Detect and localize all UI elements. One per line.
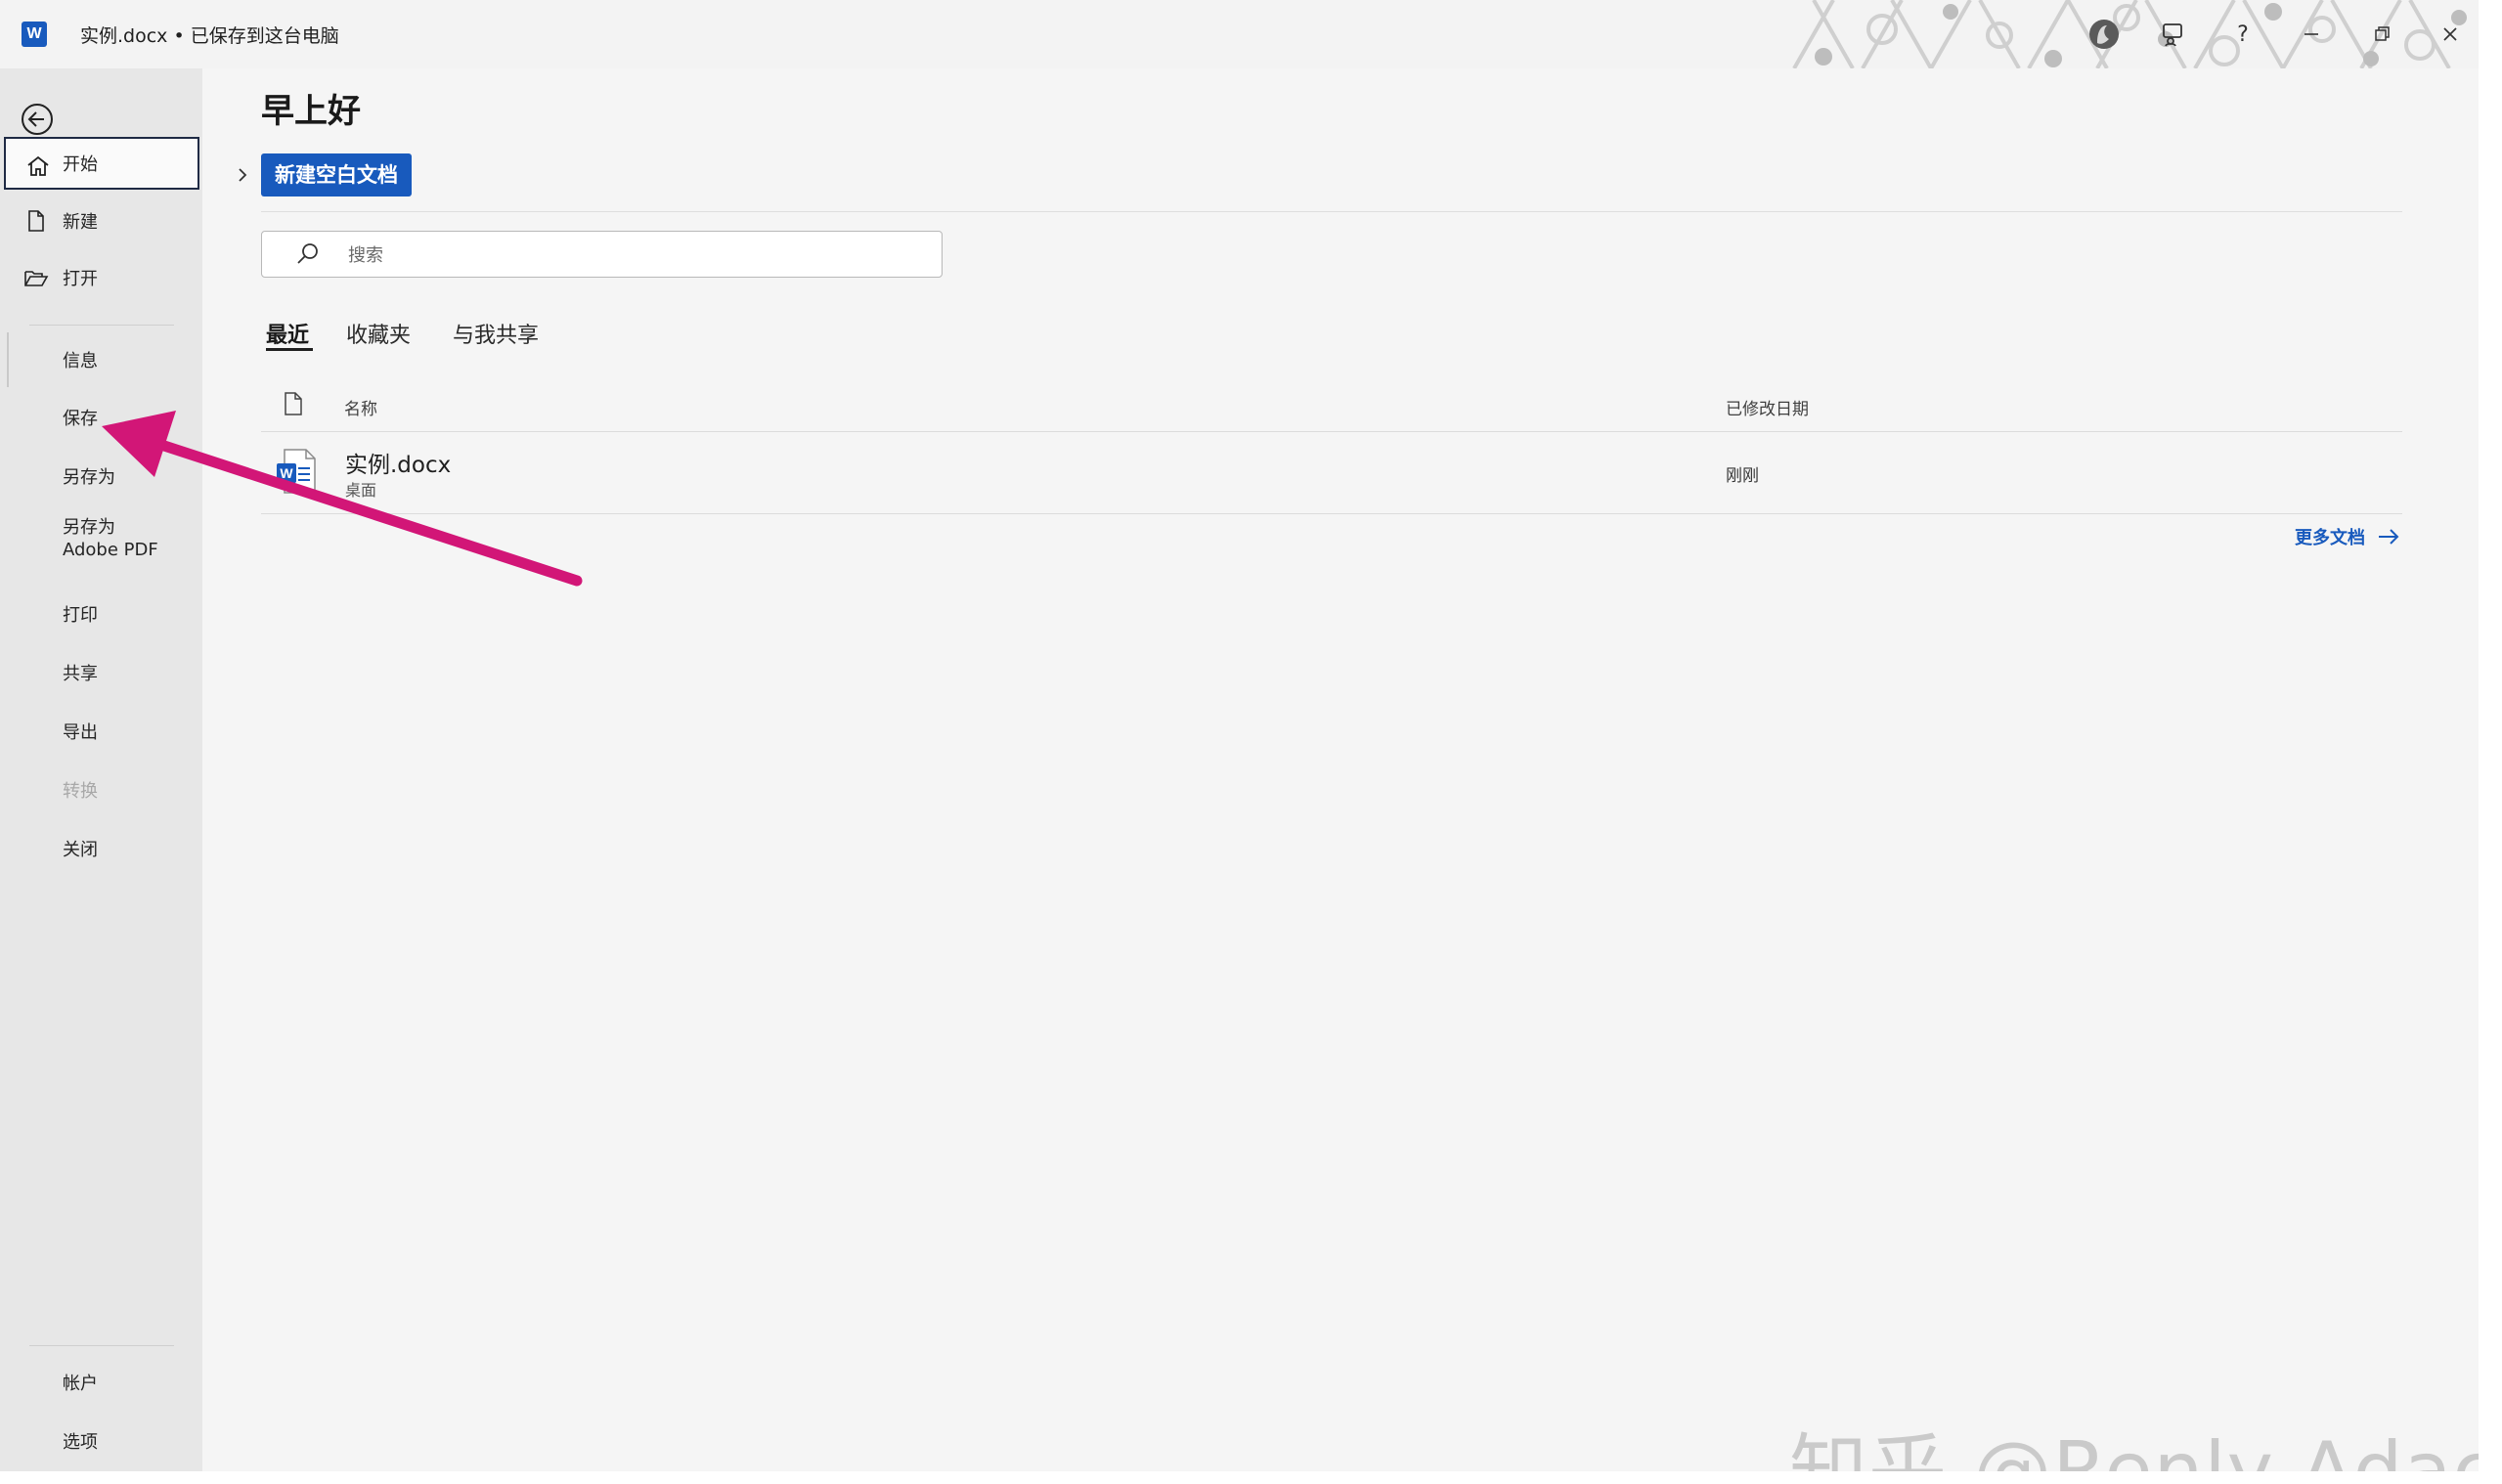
svg-text:W: W [280, 465, 293, 481]
feedback-icon [2163, 23, 2182, 47]
back-button[interactable] [18, 100, 57, 139]
account-avatar-icon [2089, 20, 2119, 49]
file-row[interactable]: W 实例.docx 桌面 刚刚 [261, 432, 2402, 514]
home-icon [27, 155, 49, 176]
sidebar-item-label: 保存 [63, 409, 98, 429]
sidebar-item-label: 打开 [63, 269, 98, 289]
file-list-header: 名称 已修改日期 [261, 377, 2402, 432]
close-icon [2443, 27, 2457, 41]
chevron-right-icon[interactable] [232, 164, 253, 186]
sidebar-item-save-as-adobe-pdf[interactable]: 另存为 Adobe PDF [0, 508, 202, 573]
sidebar-item-label-line2: Adobe PDF [63, 540, 158, 560]
sidebar-item-close[interactable]: 关闭 [0, 821, 202, 876]
title-bar: W 实例.docx • 已保存到这台电脑 ? [0, 0, 2479, 68]
sidebar-item-export[interactable]: 导出 [0, 704, 202, 759]
sidebar-item-label: 共享 [63, 664, 98, 684]
file-type-icon [285, 392, 302, 415]
sidebar-item-label: 转换 [63, 781, 98, 802]
word-app-icon: W [22, 22, 47, 47]
back-arrow-icon [22, 104, 53, 135]
more-documents-link[interactable]: 更多文档 [2295, 524, 2400, 549]
account-avatar-button[interactable] [2083, 14, 2126, 55]
search-icon [297, 243, 318, 264]
sidebar-divider [29, 1345, 174, 1346]
open-folder-icon [24, 271, 49, 286]
sidebar-item-home[interactable]: 开始 [4, 137, 199, 190]
sidebar-item-save-as[interactable]: 另存为 [0, 449, 202, 503]
new-blank-document-button[interactable]: 新建空白文档 [261, 153, 412, 196]
sidebar-item-share[interactable]: 共享 [0, 645, 202, 700]
sidebar-item-open[interactable]: 打开 [0, 250, 202, 305]
sidebar-item-new[interactable]: 新建 [0, 194, 202, 248]
document-title: 实例.docx • 已保存到这台电脑 [80, 25, 339, 47]
sidebar-item-label: 信息 [63, 351, 98, 371]
greeting-heading: 早上好 [261, 92, 361, 131]
sidebar-item-transform: 转换 [0, 763, 202, 817]
section-divider [261, 211, 2402, 212]
minimize-button[interactable] [2290, 14, 2333, 55]
sidebar-item-label: 帐户 [63, 1374, 98, 1394]
file-location: 桌面 [345, 481, 377, 500]
file-name: 实例.docx [345, 453, 452, 478]
sidebar-item-info[interactable]: 信息 [0, 332, 202, 387]
sidebar-divider [29, 325, 174, 326]
sidebar-item-label: 新建 [63, 212, 98, 233]
sidebar-item-label: 导出 [63, 722, 98, 743]
restore-button[interactable] [2360, 14, 2403, 55]
arrow-right-icon [2379, 529, 2399, 545]
minimize-icon [2304, 33, 2318, 35]
column-header-modified[interactable]: 已修改日期 [1726, 395, 1809, 419]
search-box[interactable] [261, 231, 943, 278]
sidebar-item-label: 关闭 [63, 840, 98, 860]
watermark: 知乎 @Renly Adace [1789, 1425, 2479, 1471]
sidebar-item-save[interactable]: 保存 [0, 390, 202, 445]
sidebar-item-print[interactable]: 打印 [0, 587, 202, 641]
word-backstage-window: W 实例.docx • 已保存到这台电脑 ? 开始 新建 打开 信息 保存 另存… [0, 0, 2479, 1471]
help-icon: ? [2237, 22, 2249, 47]
home-pane: 早上好 新建空白文档 最近 收藏夹 与我共享 名称 已修改日期 [202, 68, 2479, 1471]
tab-shared-with-me[interactable]: 与我共享 [453, 318, 539, 349]
tab-active-indicator [266, 348, 313, 351]
sidebar-item-options[interactable]: 选项 [0, 1414, 202, 1468]
file-modified-date: 刚刚 [1726, 466, 1759, 486]
sidebar-item-label: 另存为 [63, 467, 115, 488]
word-file-icon: W [277, 449, 316, 494]
tab-favorites[interactable]: 收藏夹 [346, 318, 411, 349]
sidebar-item-label-line1: 另存为 [63, 517, 115, 538]
feedback-button[interactable] [2151, 14, 2194, 55]
search-input[interactable] [346, 240, 898, 271]
sidebar-item-label: 开始 [63, 154, 98, 175]
restore-icon [2375, 26, 2390, 41]
column-header-name[interactable]: 名称 [344, 395, 377, 419]
more-documents-label: 更多文档 [2295, 528, 2365, 548]
backstage-sidebar: 开始 新建 打开 信息 保存 另存为 另存为 Adobe PDF 打印 共享 导… [0, 68, 202, 1471]
new-document-icon [28, 210, 44, 232]
tab-recent[interactable]: 最近 [266, 318, 309, 349]
sidebar-item-account[interactable]: 帐户 [0, 1355, 202, 1410]
sidebar-item-label: 选项 [63, 1432, 98, 1453]
help-button[interactable]: ? [2221, 14, 2264, 55]
close-window-button[interactable] [2429, 14, 2472, 55]
sidebar-item-label: 打印 [63, 605, 98, 626]
